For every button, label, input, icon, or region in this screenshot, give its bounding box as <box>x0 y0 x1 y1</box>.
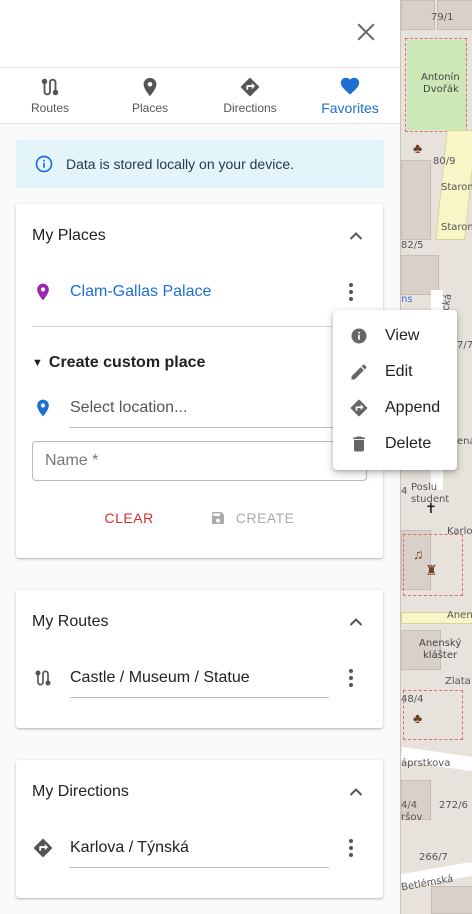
my-directions-card: My Directions Karlova / Týnská <box>16 760 383 898</box>
section-title: Create custom place <box>48 354 206 371</box>
tab-routes[interactable]: Routes <box>0 68 100 123</box>
map-label: ršov <box>401 812 423 823</box>
list-item[interactable]: Karlova / Týnská <box>32 826 367 870</box>
map-label: áprstkova <box>401 758 451 769</box>
menu-item-view[interactable]: View <box>333 318 457 354</box>
direction-name[interactable]: Karlova / Týnská <box>70 828 329 868</box>
more-options-icon[interactable] <box>349 839 353 857</box>
place-name-link[interactable]: Clam-Gallas Palace <box>70 272 329 312</box>
map-label: Karlo <box>447 526 472 537</box>
routes-icon <box>41 78 59 96</box>
more-options-icon[interactable] <box>349 669 353 687</box>
my-places-header[interactable]: My Places <box>16 204 383 268</box>
list-item[interactable]: Clam-Gallas Palace <box>32 270 367 314</box>
directions-icon <box>33 838 53 858</box>
tab-favorites[interactable]: Favorites <box>300 68 400 123</box>
menu-item-label: Append <box>385 399 441 416</box>
panel-header <box>0 0 400 68</box>
my-routes-header[interactable]: My Routes <box>16 590 383 654</box>
menu-item-delete[interactable]: Delete <box>333 426 457 462</box>
location-input[interactable]: Select location... <box>70 388 367 428</box>
custom-place-actions: CLEAR CREATE <box>16 504 383 532</box>
church-map-icon: ✝ <box>425 500 437 516</box>
place-pin-icon <box>37 283 49 301</box>
map-label: 4 <box>401 486 408 497</box>
tab-directions[interactable]: Directions <box>200 68 300 123</box>
clear-button[interactable]: CLEAR <box>97 504 162 532</box>
map-label: klášter <box>423 650 458 661</box>
map-label: 79/1 <box>431 12 454 23</box>
info-banner: Data is stored locally on your device. <box>16 140 384 188</box>
create-label: CREATE <box>235 510 295 526</box>
routes-icon <box>35 670 51 686</box>
map-label: 7/7 <box>457 340 472 351</box>
menu-item-label: Edit <box>385 363 413 380</box>
menu-item-label: Delete <box>385 435 432 452</box>
map-label: 266/7 <box>419 852 448 863</box>
tab-label: Favorites <box>321 100 379 116</box>
location-select-row[interactable]: Select location... <box>32 386 367 430</box>
info-icon <box>351 328 367 344</box>
map-label: Staromě <box>441 182 472 193</box>
tab-label: Directions <box>223 101 277 115</box>
info-icon <box>35 155 53 173</box>
create-button[interactable]: CREATE <box>202 504 303 532</box>
caret-down-icon: ▼ <box>32 357 43 369</box>
map-label: 48/4 <box>401 694 424 705</box>
map-label: 272/6 <box>439 800 468 811</box>
theatre-map-icon: ♣ <box>413 140 423 156</box>
music-map-icon: ♫ <box>413 546 424 562</box>
place-pin-icon <box>143 77 157 97</box>
create-custom-place-toggle[interactable]: ▼ Create custom place <box>32 354 205 372</box>
pencil-icon <box>351 364 367 380</box>
my-routes-card: My Routes Castle / Museum / Statue <box>16 590 383 728</box>
name-field[interactable]: Name * <box>32 441 367 481</box>
menu-item-append[interactable]: Append <box>333 390 457 426</box>
heart-icon <box>340 77 360 95</box>
my-places-card: My Places Clam-Gallas Palace ▼ Create cu… <box>16 204 383 558</box>
map-label: Dvořák <box>423 84 459 95</box>
my-directions-header[interactable]: My Directions <box>16 760 383 824</box>
trash-icon <box>353 436 365 452</box>
card-title: My Places <box>32 227 106 244</box>
map-label: Zlata <box>445 676 471 687</box>
chevron-up-icon[interactable] <box>349 229 363 243</box>
map-label: 82/5 <box>401 240 424 251</box>
map-label: Anenský <box>419 638 462 649</box>
list-item[interactable]: Castle / Museum / Statue <box>32 656 367 700</box>
name-placeholder: Name * <box>45 452 99 469</box>
place-pin-icon <box>37 399 49 417</box>
map-label: Antonín <box>421 72 460 83</box>
more-options-icon[interactable] <box>349 283 353 301</box>
chevron-up-icon[interactable] <box>349 785 363 799</box>
route-name[interactable]: Castle / Museum / Statue <box>70 658 329 698</box>
menu-item-edit[interactable]: Edit <box>333 354 457 390</box>
castle-map-icon: ♜ <box>425 562 438 578</box>
save-icon <box>211 512 224 524</box>
map-label: ená <box>457 436 472 447</box>
map-label: ns <box>401 294 413 305</box>
map-label: Poslu <box>411 482 438 493</box>
theatre-map-icon: ♣ <box>413 710 423 726</box>
tab-label: Routes <box>30 101 70 115</box>
tab-label: Places <box>131 101 169 115</box>
chevron-up-icon[interactable] <box>349 615 363 629</box>
map-label: 80/9 <box>433 156 456 167</box>
map-label: Staroměst <box>441 222 472 233</box>
divider <box>32 326 367 327</box>
close-icon[interactable] <box>356 22 376 42</box>
tab-bar: Routes Places Directions Favorites <box>0 68 400 124</box>
tab-places[interactable]: Places <box>100 68 200 123</box>
context-menu: View Edit Append Delete <box>333 310 457 470</box>
directions-icon <box>350 399 368 417</box>
card-title: My Directions <box>32 783 129 800</box>
card-title: My Routes <box>32 613 109 630</box>
map-label: 4/4 <box>401 800 418 811</box>
map-label: Anen <box>447 610 472 621</box>
info-text: Data is stored locally on your device. <box>66 156 294 172</box>
directions-icon <box>240 77 260 97</box>
menu-item-label: View <box>385 327 420 344</box>
